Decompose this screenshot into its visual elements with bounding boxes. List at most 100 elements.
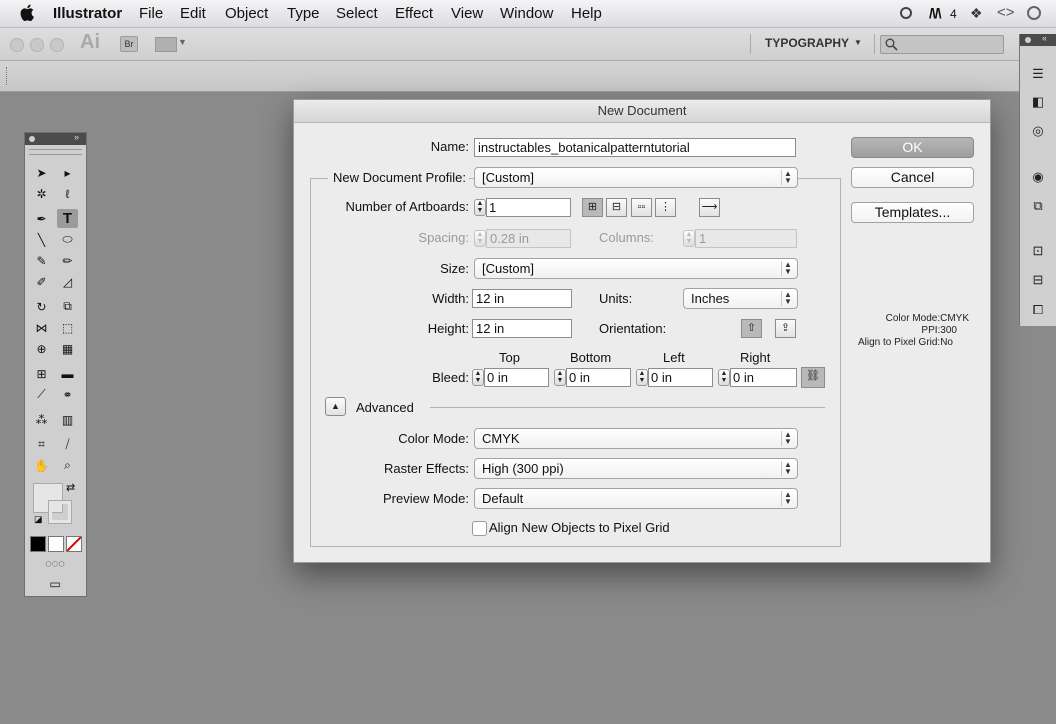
ok-button[interactable]: OK xyxy=(851,137,974,158)
spacing-stepper[interactable]: ▲ ▼ xyxy=(474,230,486,247)
arrange-documents-icon[interactable] xyxy=(155,37,177,52)
drawing-modes-icon[interactable]: ◌◌◌ xyxy=(29,554,81,573)
menu-window[interactable]: Window xyxy=(500,5,553,22)
columns-stepper[interactable]: ▲ ▼ xyxy=(683,230,695,247)
color-mode-select[interactable]: CMYK ▲ ▼ xyxy=(474,428,798,449)
time-machine-icon[interactable] xyxy=(1027,6,1041,20)
perspective-grid-tool-icon[interactable]: ▦ xyxy=(57,339,78,358)
direct-selection-tool-icon[interactable]: ▸ xyxy=(57,163,78,182)
close-panel-icon[interactable] xyxy=(1025,37,1031,43)
bleed-left-stepper[interactable]: ▲ ▼ xyxy=(636,369,648,386)
bridge-button[interactable]: Br xyxy=(120,36,138,52)
blob-brush-tool-icon[interactable]: ✐ xyxy=(31,272,52,291)
menu-select[interactable]: Select xyxy=(336,5,378,22)
column-graph-tool-icon[interactable]: ▥ xyxy=(57,410,78,429)
units-select[interactable]: Inches ▲ ▼ xyxy=(683,288,798,309)
tools-panel-header[interactable]: » xyxy=(25,132,86,145)
columns-input[interactable]: 1 xyxy=(695,229,797,248)
advanced-toggle-button[interactable]: ▲ xyxy=(325,397,346,416)
portrait-orientation-icon[interactable]: ⇧ xyxy=(741,319,762,338)
workspace-switcher[interactable]: TYPOGRAPHY xyxy=(765,36,849,50)
size-select[interactable]: [Custom] ▲ ▼ xyxy=(474,258,798,279)
raster-effects-select[interactable]: High (300 ppi) ▲ ▼ xyxy=(474,458,798,479)
arrange-by-column-icon[interactable]: ⋮ xyxy=(655,198,676,217)
height-input[interactable]: 12 in xyxy=(472,319,572,338)
bleed-right-stepper[interactable]: ▲ ▼ xyxy=(718,369,730,386)
align-panel-icon[interactable]: ⊡ xyxy=(1030,243,1046,258)
search-input[interactable] xyxy=(880,35,1004,54)
gradient-mode-icon[interactable] xyxy=(48,536,64,552)
profile-select[interactable]: [Custom] ▲ ▼ xyxy=(474,167,798,188)
grid-by-row-icon[interactable]: ⊞ xyxy=(582,198,603,217)
appearance-panel-icon[interactable]: ◉ xyxy=(1030,169,1046,184)
zoom-window-button[interactable] xyxy=(50,38,64,52)
expand-panel-icon[interactable]: « xyxy=(1042,33,1047,43)
gradient-tool-icon[interactable]: ▬ xyxy=(57,364,78,383)
workspace-chevron-icon[interactable]: ▼ xyxy=(854,38,862,47)
mesh-tool-icon[interactable]: ⊞ xyxy=(31,364,52,383)
grid-by-column-icon[interactable]: ⊟ xyxy=(606,198,627,217)
menu-file[interactable]: File xyxy=(139,5,163,22)
zoom-tool-icon[interactable]: ⌕ xyxy=(57,456,78,475)
blend-tool-icon[interactable]: ⚭ xyxy=(57,385,78,404)
type-tool-icon[interactable]: T xyxy=(57,209,78,228)
gradient-panel-icon[interactable]: ◧ xyxy=(1030,94,1046,109)
cancel-button[interactable]: Cancel xyxy=(851,167,974,188)
panel-grip[interactable] xyxy=(29,149,82,155)
lasso-tool-icon[interactable]: ℓ xyxy=(57,184,78,203)
bleed-right-input[interactable]: 0 in xyxy=(730,368,797,387)
right-to-left-layout-icon[interactable]: ⟶ xyxy=(699,198,720,217)
artboard-tool-icon[interactable]: ⌗ xyxy=(31,435,52,454)
transparency-panel-icon[interactable]: ◎ xyxy=(1030,123,1046,138)
menu-help[interactable]: Help xyxy=(571,5,602,22)
paintbrush-tool-icon[interactable]: ✎ xyxy=(31,251,52,270)
minimize-window-button[interactable] xyxy=(30,38,44,52)
scale-tool-icon[interactable]: ⧉ xyxy=(57,297,78,316)
collapse-panel-icon[interactable]: » xyxy=(74,132,79,142)
free-transform-tool-icon[interactable]: ⬚ xyxy=(57,318,78,337)
dialog-title[interactable]: New Document xyxy=(294,100,990,123)
control-bar-grip[interactable] xyxy=(6,67,9,85)
bleed-bottom-input[interactable]: 0 in xyxy=(566,368,631,387)
ellipse-tool-icon[interactable]: ⬭ xyxy=(57,230,78,249)
bleed-top-stepper[interactable]: ▲ ▼ xyxy=(472,369,484,386)
dropbox-icon[interactable]: ❖ xyxy=(970,5,983,22)
artboards-stepper[interactable]: ▲ ▼ xyxy=(474,199,486,216)
screen-mode-icon[interactable]: ▭ xyxy=(39,574,71,593)
apple-icon[interactable] xyxy=(20,4,34,21)
symbol-sprayer-tool-icon[interactable]: ⁂ xyxy=(31,410,52,429)
artboards-input[interactable]: 1 xyxy=(486,198,571,217)
eraser-tool-icon[interactable]: ◿ xyxy=(57,272,78,291)
stroke-panel-icon[interactable]: ☰ xyxy=(1030,66,1046,81)
bleed-top-input[interactable]: 0 in xyxy=(484,368,549,387)
stroke-swatch[interactable] xyxy=(48,500,72,524)
swap-fill-stroke-icon[interactable]: ⇄ xyxy=(66,481,75,494)
adobe-icon[interactable]: /\/\ xyxy=(929,5,942,21)
menu-type[interactable]: Type xyxy=(287,5,320,22)
rotate-tool-icon[interactable]: ↻ xyxy=(31,297,52,316)
close-window-button[interactable] xyxy=(10,38,24,52)
name-input[interactable]: instructables_botanicalpatterntutorial xyxy=(474,138,796,157)
selection-tool-icon[interactable]: ➤ xyxy=(31,163,52,182)
spacing-input[interactable]: 0.28 in xyxy=(486,229,571,248)
bleed-bottom-stepper[interactable]: ▲ ▼ xyxy=(554,369,566,386)
pencil-tool-icon[interactable]: ✏ xyxy=(57,251,78,270)
menu-view[interactable]: View xyxy=(451,5,483,22)
record-icon[interactable] xyxy=(900,7,912,19)
color-mode-icon[interactable] xyxy=(30,536,46,552)
menu-illustrator[interactable]: Illustrator xyxy=(53,5,122,22)
hand-tool-icon[interactable]: ✋ xyxy=(31,456,52,475)
line-segment-tool-icon[interactable]: ╲ xyxy=(31,230,52,249)
magic-wand-tool-icon[interactable]: ✲ xyxy=(31,184,52,203)
landscape-orientation-icon[interactable]: ⇪ xyxy=(775,319,796,338)
panel-dock-header[interactable]: « xyxy=(1020,33,1056,46)
close-panel-icon[interactable] xyxy=(29,136,35,142)
pathfinder-panel-icon[interactable]: ⧠ xyxy=(1030,302,1046,317)
transform-panel-icon[interactable]: ⊟ xyxy=(1030,272,1046,287)
none-mode-icon[interactable] xyxy=(66,536,82,552)
eyedropper-tool-icon[interactable]: ⟋ xyxy=(31,385,52,404)
templates-button[interactable]: Templates... xyxy=(851,202,974,223)
chevron-down-icon[interactable]: ▼ xyxy=(178,37,187,47)
pen-tool-icon[interactable]: ✒ xyxy=(31,209,52,228)
default-fill-stroke-icon[interactable]: ◪ xyxy=(34,514,43,525)
